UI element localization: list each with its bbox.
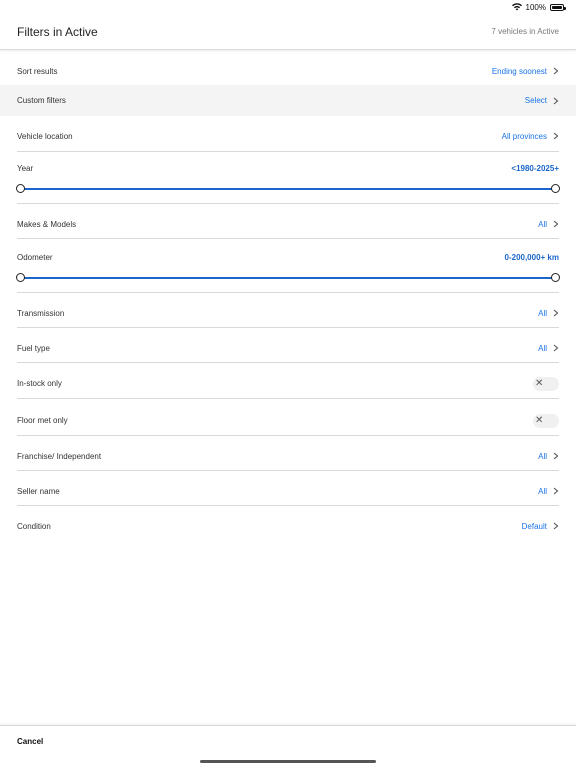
- divider: [17, 435, 559, 436]
- chevron-right-icon: [553, 132, 559, 140]
- vehicle-location-value[interactable]: All provinces: [502, 132, 559, 141]
- year-slider-max-handle[interactable]: [551, 184, 560, 193]
- home-indicator[interactable]: [200, 760, 376, 763]
- seller-name-value-text: All: [538, 486, 547, 496]
- chevron-right-icon: [553, 309, 559, 317]
- odometer-slider-max-handle[interactable]: [551, 273, 560, 282]
- in-stock-row: In-stock only ✕: [0, 367, 576, 400]
- divider: [17, 362, 559, 363]
- filters-screen: 100% Filters in Active 7 vehicles in Act…: [0, 0, 576, 768]
- divider: [17, 238, 559, 239]
- vehicle-location-row[interactable]: Vehicle location All provinces: [0, 120, 576, 152]
- seller-name-row[interactable]: Seller name All: [0, 475, 576, 507]
- custom-filters-value[interactable]: Select: [525, 96, 559, 105]
- close-icon: ✕: [535, 414, 544, 426]
- sort-results-value-text: Ending soonest: [491, 66, 547, 76]
- fuel-type-label: Fuel type: [17, 343, 50, 353]
- floor-met-label: Floor met only: [17, 416, 68, 425]
- divider: [17, 203, 559, 204]
- chevron-right-icon: [553, 487, 559, 495]
- transmission-row[interactable]: Transmission All: [0, 297, 576, 329]
- chevron-right-icon: [553, 344, 559, 352]
- franchise-value[interactable]: All: [538, 452, 559, 461]
- chevron-right-icon: [553, 67, 559, 75]
- divider: [17, 151, 559, 152]
- condition-label: Condition: [17, 521, 51, 531]
- battery-level: [552, 5, 562, 9]
- close-icon: ✕: [535, 377, 544, 389]
- fuel-type-row[interactable]: Fuel type All: [0, 332, 576, 364]
- floor-met-toggle[interactable]: ✕: [533, 413, 559, 428]
- custom-filters-value-text: Select: [524, 96, 547, 105]
- header: Filters in Active 7 vehicles in Active: [0, 14, 576, 50]
- vehicle-location-value-text: All provinces: [501, 131, 547, 141]
- odometer-slider-track[interactable]: [20, 277, 556, 279]
- page-title: Filters in Active: [17, 24, 98, 39]
- divider: [17, 398, 559, 399]
- year-label: Year: [17, 164, 34, 173]
- chevron-right-icon: [553, 522, 559, 530]
- wifi-icon: [511, 3, 522, 11]
- sort-results-value[interactable]: Ending soonest: [492, 67, 559, 76]
- cancel-button[interactable]: Cancel: [17, 737, 43, 746]
- condition-value-text: Default: [521, 521, 547, 531]
- chevron-right-icon: [553, 452, 559, 460]
- footer: Cancel: [0, 725, 576, 768]
- year-slider-track[interactable]: [20, 188, 556, 190]
- chevron-right-icon: [553, 97, 559, 105]
- condition-value[interactable]: Default: [522, 522, 559, 531]
- seller-name-value[interactable]: All: [538, 487, 559, 496]
- in-stock-label: In-stock only: [17, 379, 62, 388]
- makes-models-label: Makes & Models: [17, 219, 77, 229]
- floor-met-row: Floor met only ✕: [0, 404, 576, 437]
- odometer-slider-row: Odometer 0-200,000+ km: [16, 253, 560, 287]
- chevron-right-icon: [553, 220, 559, 228]
- divider: [17, 470, 559, 471]
- battery-percent: 100%: [525, 2, 546, 12]
- condition-row[interactable]: Condition Default: [0, 510, 576, 542]
- sort-results-row[interactable]: Sort results Ending soonest: [0, 55, 576, 87]
- year-slider-min-handle[interactable]: [16, 184, 25, 193]
- seller-name-label: Seller name: [17, 486, 60, 496]
- makes-models-value[interactable]: All: [538, 220, 559, 229]
- transmission-value-text: All: [538, 308, 547, 318]
- vehicle-location-label: Vehicle location: [17, 131, 73, 141]
- makes-models-row[interactable]: Makes & Models All: [0, 208, 576, 240]
- divider: [17, 292, 559, 293]
- transmission-value[interactable]: All: [538, 309, 559, 318]
- makes-models-value-text: All: [538, 219, 547, 229]
- custom-filters-row[interactable]: Custom filters Select: [0, 85, 576, 116]
- odometer-slider-min-handle[interactable]: [16, 273, 25, 282]
- divider: [17, 505, 559, 506]
- divider: [17, 327, 559, 328]
- year-range-value: <1980-2025+: [511, 164, 559, 173]
- vehicle-count: 7 vehicles in Active: [491, 27, 559, 36]
- custom-filters-label: Custom filters: [17, 96, 66, 105]
- franchise-value-text: All: [538, 451, 547, 461]
- in-stock-toggle[interactable]: ✕: [533, 376, 559, 391]
- status-bar: 100%: [0, 0, 576, 14]
- fuel-type-value[interactable]: All: [538, 344, 559, 353]
- year-slider-row: Year <1980-2025+: [16, 164, 560, 198]
- franchise-row[interactable]: Franchise/ Independent All: [0, 440, 576, 472]
- odometer-label: Odometer: [17, 253, 53, 262]
- transmission-label: Transmission: [17, 308, 65, 318]
- odometer-range-value: 0-200,000+ km: [504, 253, 560, 262]
- sort-results-label: Sort results: [17, 66, 58, 76]
- franchise-label: Franchise/ Independent: [17, 451, 102, 461]
- fuel-type-value-text: All: [538, 343, 547, 353]
- battery-icon: [550, 3, 566, 11]
